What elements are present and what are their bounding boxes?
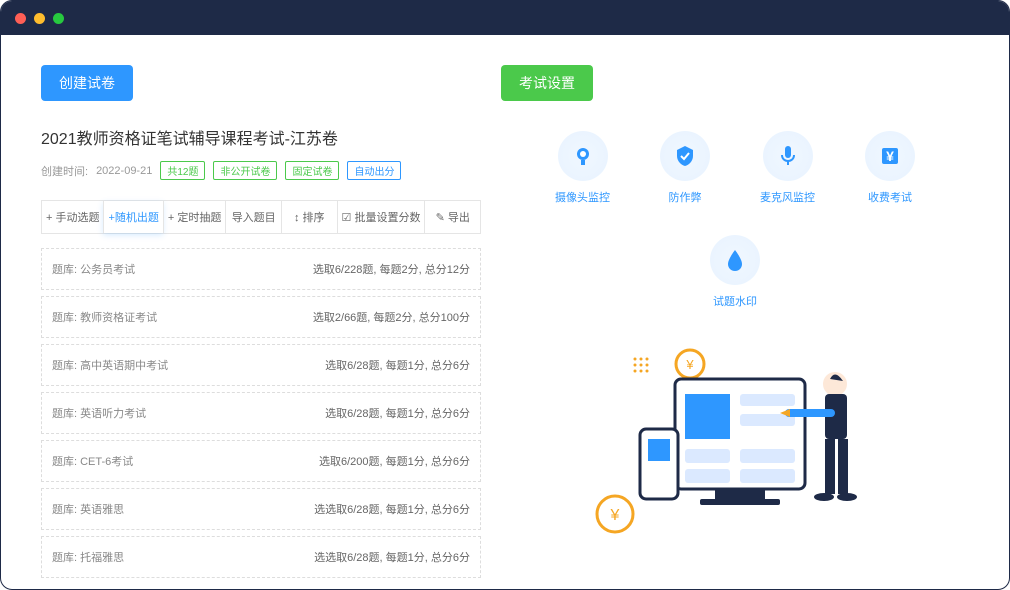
exam-meta: 创建时间: 2022-09-21 共12题 非公开试卷 固定试卷 自动出分 — [41, 161, 481, 180]
bank-stat: 选取6/200题, 每题1分, 总分6分 — [319, 453, 470, 469]
feature-pay[interactable]: ¥ 收费考试 — [865, 131, 915, 205]
bank-name: 题库: CET-6考试 — [52, 453, 133, 469]
bank-name: 题库: 英语雅思 — [52, 501, 124, 517]
create-time: 2022-09-21 — [96, 165, 152, 177]
bank-stat: 选取2/66题, 每题2分, 总分100分 — [313, 309, 470, 325]
create-exam-button[interactable]: 创建试卷 — [41, 65, 133, 101]
feature-camera[interactable]: 摄像头监控 — [555, 131, 610, 205]
tab-random[interactable]: +随机出题 — [103, 201, 162, 233]
feature-label: 防作弊 — [669, 189, 702, 205]
tag-question-count: 共12题 — [160, 161, 205, 180]
bank-name: 题库: 教师资格证考试 — [52, 309, 157, 325]
svg-text:¥: ¥ — [685, 357, 694, 372]
tag-type: 固定试卷 — [285, 161, 339, 180]
feature-label: 试题水印 — [713, 293, 757, 309]
create-time-label: 创建时间: — [41, 163, 88, 179]
feature-label: 收费考试 — [868, 189, 912, 205]
create-exam-panel: 创建试卷 2021教师资格证笔试辅导课程考试-江苏卷 创建时间: 2022-09… — [41, 65, 481, 559]
bank-name: 题库: 托福雅思 — [52, 549, 124, 565]
drop-icon — [710, 235, 760, 285]
table-row[interactable]: 题库: 英语雅思 选选取6/28题, 每题1分, 总分6分 — [41, 488, 481, 530]
tab-manual[interactable]: + 手动选题 — [41, 201, 103, 233]
bank-stat: 选选取6/28题, 每题1分, 总分6分 — [314, 549, 470, 565]
exam-title: 2021教师资格证笔试辅导课程考试-江苏卷 — [41, 125, 481, 149]
mic-icon — [763, 131, 813, 181]
table-row[interactable]: 题库: 高中英语期中考试 选取6/28题, 每题1分, 总分6分 — [41, 344, 481, 386]
bank-name: 题库: 英语听力考试 — [52, 405, 146, 421]
shield-icon — [660, 131, 710, 181]
maximize-icon[interactable] — [53, 13, 64, 24]
minimize-icon[interactable] — [34, 13, 45, 24]
table-row[interactable]: 题库: 英语听力考试 选取6/28题, 每题1分, 总分6分 — [41, 392, 481, 434]
tab-timed[interactable]: + 定时抽题 — [163, 201, 225, 233]
bank-stat: 选取6/28题, 每题1分, 总分6分 — [325, 357, 470, 373]
feature-drop[interactable]: 试题水印 — [710, 235, 760, 309]
tab-batch-score[interactable]: ☑ 批量设置分数 — [337, 201, 425, 233]
feature-label: 麦克风监控 — [760, 189, 815, 205]
bank-name: 题库: 公务员考试 — [52, 261, 135, 277]
tab-import[interactable]: 导入题目 — [225, 201, 281, 233]
question-tabs: + 手动选题 +随机出题 + 定时抽题 导入题目 ↕ 排序 ☑ 批量设置分数 ✎… — [41, 200, 481, 234]
camera-icon — [558, 131, 608, 181]
exam-settings-button[interactable]: 考试设置 — [501, 65, 593, 101]
tab-sort[interactable]: ↕ 排序 — [281, 201, 337, 233]
titlebar — [1, 1, 1009, 35]
feature-shield[interactable]: 防作弊 — [660, 131, 710, 205]
bank-stat: 选取6/28题, 每题1分, 总分6分 — [325, 405, 470, 421]
table-row[interactable]: 题库: 托福雅思 选选取6/28题, 每题1分, 总分6分 — [41, 536, 481, 578]
tag-autoscore: 自动出分 — [347, 161, 401, 180]
illustration: ¥ ¥ — [501, 339, 969, 539]
table-row[interactable]: 题库: 公务员考试 选取6/228题, 每题2分, 总分12分 — [41, 248, 481, 290]
table-row[interactable]: 题库: 教师资格证考试 选取2/66题, 每题2分, 总分100分 — [41, 296, 481, 338]
table-row[interactable]: 题库: CET-6考试 选取6/200题, 每题1分, 总分6分 — [41, 440, 481, 482]
svg-text:¥: ¥ — [610, 507, 620, 524]
bank-stat: 选选取6/28题, 每题1分, 总分6分 — [314, 501, 470, 517]
feature-label: 摄像头监控 — [555, 189, 610, 205]
bank-stat: 选取6/228题, 每题2分, 总分12分 — [313, 261, 470, 277]
tag-visibility: 非公开试卷 — [213, 161, 277, 180]
bank-name: 题库: 高中英语期中考试 — [52, 357, 168, 373]
exam-settings-panel: 考试设置 摄像头监控 防作弊 麦克风监控 ¥ 收费考试试题水印 ¥ ¥ — [501, 65, 969, 559]
pay-icon: ¥ — [865, 131, 915, 181]
tab-export[interactable]: ✎ 导出 — [424, 201, 480, 233]
feature-mic[interactable]: 麦克风监控 — [760, 131, 815, 205]
close-icon[interactable] — [15, 13, 26, 24]
svg-text:¥: ¥ — [886, 148, 894, 164]
